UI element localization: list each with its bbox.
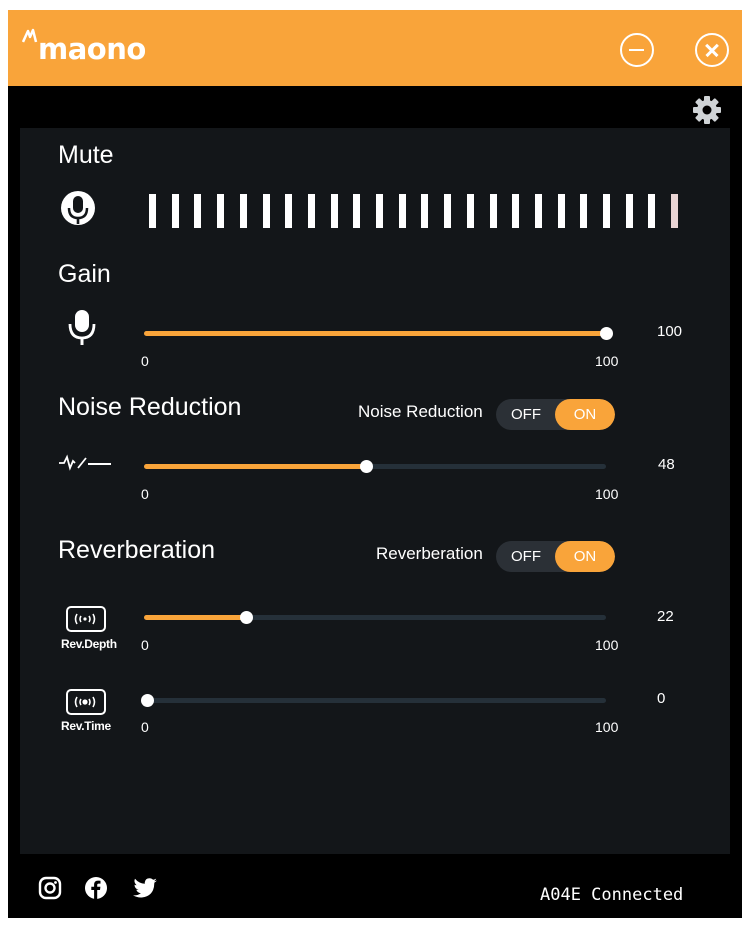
app-window: maono Mute Gain 0 100 100 Noise Reductio… [8, 10, 742, 918]
toggle-off-label[interactable]: OFF [496, 541, 556, 572]
instagram-icon[interactable] [38, 876, 62, 900]
gain-title: Gain [58, 260, 111, 288]
noise-reduction-min-label: 0 [141, 486, 149, 502]
control-panel: Mute Gain 0 100 100 Noise Reduction Nois… [20, 128, 730, 854]
meter-segment [217, 194, 225, 228]
meter-segment [398, 194, 406, 228]
meter-segment [534, 194, 542, 228]
meter-segment [307, 194, 315, 228]
brand-name: maono [38, 32, 146, 66]
facebook-icon[interactable] [84, 876, 108, 900]
rev-depth-label: Rev.Depth [61, 637, 117, 651]
rev-depth-slider-knob[interactable] [240, 611, 253, 624]
gain-min-label: 0 [141, 353, 149, 369]
microphone-circle-icon[interactable] [60, 190, 96, 232]
noise-reduction-toggle-label: Noise Reduction [358, 402, 483, 421]
meter-segment [285, 194, 293, 228]
meter-segment [648, 194, 656, 228]
meter-segment [512, 194, 520, 228]
rev-time-slider[interactable] [141, 694, 606, 707]
gear-icon[interactable] [691, 94, 723, 126]
gain-max-label: 100 [595, 353, 619, 369]
meter-segment [330, 194, 338, 228]
reverberation-toggle-label: Reverberation [376, 544, 483, 563]
meter-segment [489, 194, 497, 228]
meter-segment [466, 194, 474, 228]
meter-segment [671, 194, 679, 228]
rev-time-slider-knob[interactable] [141, 694, 154, 707]
meter-segment [353, 194, 361, 228]
gain-slider-knob[interactable] [600, 327, 613, 340]
meter-segment [580, 194, 588, 228]
meter-segment [171, 194, 179, 228]
reverb-time-icon [66, 689, 106, 715]
rev-depth-slider-fill [144, 615, 246, 620]
gain-slider-fill [144, 331, 606, 336]
rev-time-max-label: 100 [595, 719, 619, 735]
rev-depth-value: 22 [657, 608, 674, 625]
toggle-on-label[interactable]: ON [555, 399, 615, 430]
minimize-circle-icon[interactable] [620, 33, 654, 67]
meter-segment [603, 194, 610, 228]
rev-time-min-label: 0 [141, 719, 149, 735]
toggle-on-label[interactable]: ON [555, 541, 615, 572]
reverberation-toggle[interactable]: OFF ON [496, 541, 615, 572]
noise-wave-icon [59, 454, 111, 471]
meter-segment [149, 194, 156, 228]
meter-segment [239, 194, 247, 228]
mute-title: Mute [58, 141, 114, 169]
noise-reduction-slider[interactable] [144, 460, 606, 473]
noise-reduction-max-label: 100 [595, 486, 619, 502]
rev-depth-min-label: 0 [141, 637, 149, 653]
gain-slider[interactable] [144, 327, 613, 340]
title-bar: maono [8, 10, 742, 86]
microphone-icon [68, 310, 96, 345]
close-circle-icon[interactable] [695, 33, 729, 67]
reverb-depth-icon [66, 606, 106, 632]
meter-segment [444, 194, 452, 228]
gain-value: 100 [657, 323, 683, 340]
rev-time-label: Rev.Time [61, 719, 111, 733]
noise-reduction-title: Noise Reduction [58, 393, 242, 421]
noise-reduction-toggle[interactable]: OFF ON [496, 399, 615, 430]
toggle-off-label[interactable]: OFF [496, 399, 556, 430]
connection-status: A04E Connected [540, 885, 684, 905]
meter-segment [194, 194, 202, 228]
noise-reduction-slider-knob[interactable] [360, 460, 373, 473]
meter-segment [376, 194, 383, 228]
meter-segment [262, 194, 270, 228]
meter-segment [557, 194, 565, 228]
rev-depth-slider[interactable] [144, 611, 606, 624]
reverberation-title: Reverberation [58, 536, 216, 564]
level-meter [149, 194, 679, 228]
meter-segment [625, 194, 633, 228]
rev-time-value: 0 [657, 690, 666, 707]
noise-reduction-slider-fill [144, 464, 366, 469]
rev-depth-max-label: 100 [595, 637, 619, 653]
meter-segment [421, 194, 429, 228]
twitter-icon[interactable] [132, 876, 158, 900]
noise-reduction-value: 48 [658, 456, 675, 473]
